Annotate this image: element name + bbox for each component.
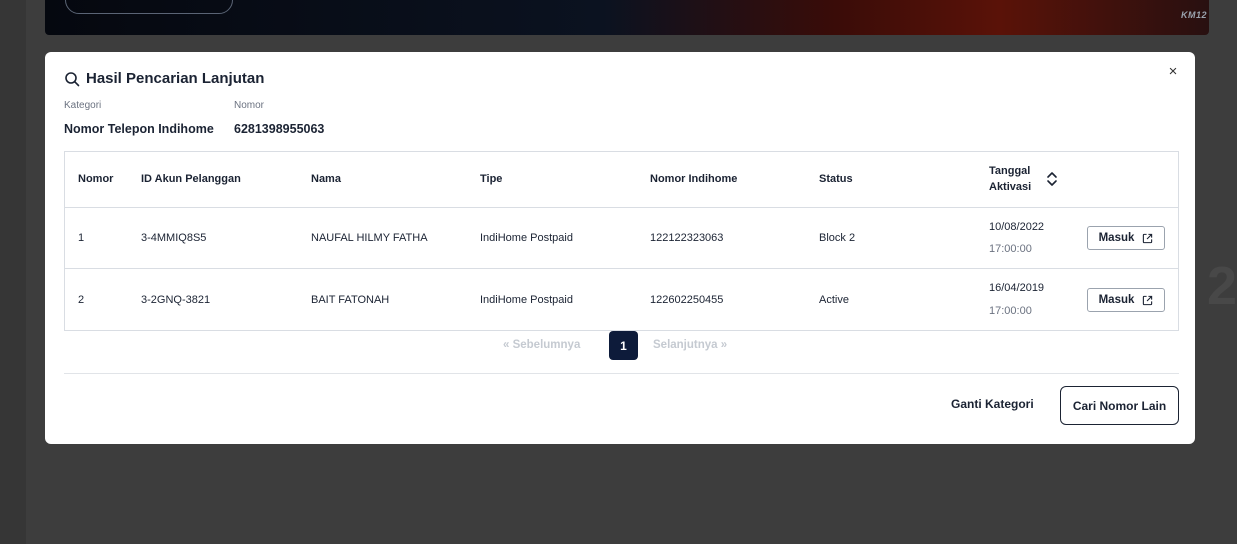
- background-banner-tag: KM12: [1180, 10, 1207, 20]
- close-button[interactable]: ×: [1165, 64, 1181, 80]
- close-icon: ×: [1168, 63, 1178, 80]
- cell-status: Block 2: [819, 232, 856, 244]
- modal-title: Hasil Pencarian Lanjutan: [86, 70, 265, 87]
- category-info: Kategori Nomor Telepon Indihome: [64, 100, 214, 136]
- pagination-next[interactable]: Selanjutnya »: [653, 339, 727, 351]
- external-link-icon: [1143, 295, 1153, 305]
- cell-id-akun: 3-2GNQ-3821: [141, 294, 211, 306]
- masuk-button[interactable]: Masuk: [1087, 288, 1165, 312]
- cell-nomor-indihome: 122122323063: [650, 232, 724, 244]
- header-nomor-indihome: Nomor Indihome: [650, 173, 738, 185]
- pagination: « Sebelumnya 1 Selanjutnya »: [45, 331, 1195, 361]
- pagination-prev[interactable]: « Sebelumnya: [503, 339, 580, 351]
- category-value: Nomor Telepon Indihome: [64, 122, 214, 136]
- pagination-page-current[interactable]: 1: [609, 331, 638, 360]
- cell-tipe: IndiHome Postpaid: [480, 294, 573, 306]
- search-icon: [65, 71, 80, 86]
- cell-nama: BAIT FATONAH: [311, 294, 390, 306]
- external-link-icon: [1143, 233, 1153, 243]
- cell-nomor: 2: [78, 294, 85, 306]
- background-banner-pill: [65, 0, 233, 14]
- header-nomor: Nomor: [78, 173, 114, 185]
- cell-nomor: 1: [78, 232, 85, 244]
- search-result-modal: × Hasil Pencarian Lanjutan Kategori Nomo…: [45, 52, 1195, 444]
- cell-nomor-indihome: 122602250455: [650, 294, 724, 306]
- change-category-button[interactable]: Ganti Kategori: [951, 397, 1034, 411]
- search-other-number-button[interactable]: Cari Nomor Lain: [1060, 386, 1179, 425]
- number-info: Nomor 6281398955063: [234, 100, 324, 136]
- cell-time: 17:00:00: [989, 305, 1032, 317]
- cell-status: Active: [819, 294, 849, 306]
- table-header: Nomor ID Akun Pelanggan Nama Tipe Nomor …: [65, 152, 1178, 208]
- header-tipe: Tipe: [480, 173, 503, 185]
- background-ghost-text: 2: [1206, 256, 1237, 316]
- modal-header: Hasil Pencarian Lanjutan: [64, 70, 264, 87]
- number-value: 6281398955063: [234, 122, 325, 136]
- header-status: Status: [819, 173, 853, 185]
- cell-time: 17:00:00: [989, 243, 1032, 255]
- number-label: Nomor: [234, 100, 265, 111]
- table-row: 2 3-2GNQ-3821 BAIT FATONAH IndiHome Post…: [65, 269, 1178, 331]
- masuk-label: Masuk: [1098, 232, 1135, 244]
- cell-nama: NAUFAL HILMY FATHA: [311, 232, 428, 244]
- background-sidebar: [0, 0, 26, 544]
- header-nama: Nama: [311, 173, 341, 185]
- footer-divider: [64, 373, 1179, 374]
- cell-tipe: IndiHome Postpaid: [480, 232, 573, 244]
- category-label: Kategori: [64, 100, 102, 111]
- masuk-label: Masuk: [1098, 294, 1135, 306]
- results-table: Nomor ID Akun Pelanggan Nama Tipe Nomor …: [64, 151, 1179, 331]
- header-id-akun: ID Akun Pelanggan: [141, 173, 241, 185]
- cell-date: 10/08/2022: [989, 221, 1045, 233]
- cell-date: 16/04/2019: [989, 282, 1045, 294]
- header-tanggal-line1: Tanggal: [989, 165, 1031, 177]
- background-banner: KM12: [45, 0, 1209, 35]
- header-tanggal-line2: Aktivasi: [989, 181, 1032, 193]
- table-row: 1 3-4MMIQ8S5 NAUFAL HILMY FATHA IndiHome…: [65, 208, 1178, 269]
- sort-icon[interactable]: [1046, 170, 1058, 188]
- masuk-button[interactable]: Masuk: [1087, 226, 1165, 250]
- cell-id-akun: 3-4MMIQ8S5: [141, 232, 207, 244]
